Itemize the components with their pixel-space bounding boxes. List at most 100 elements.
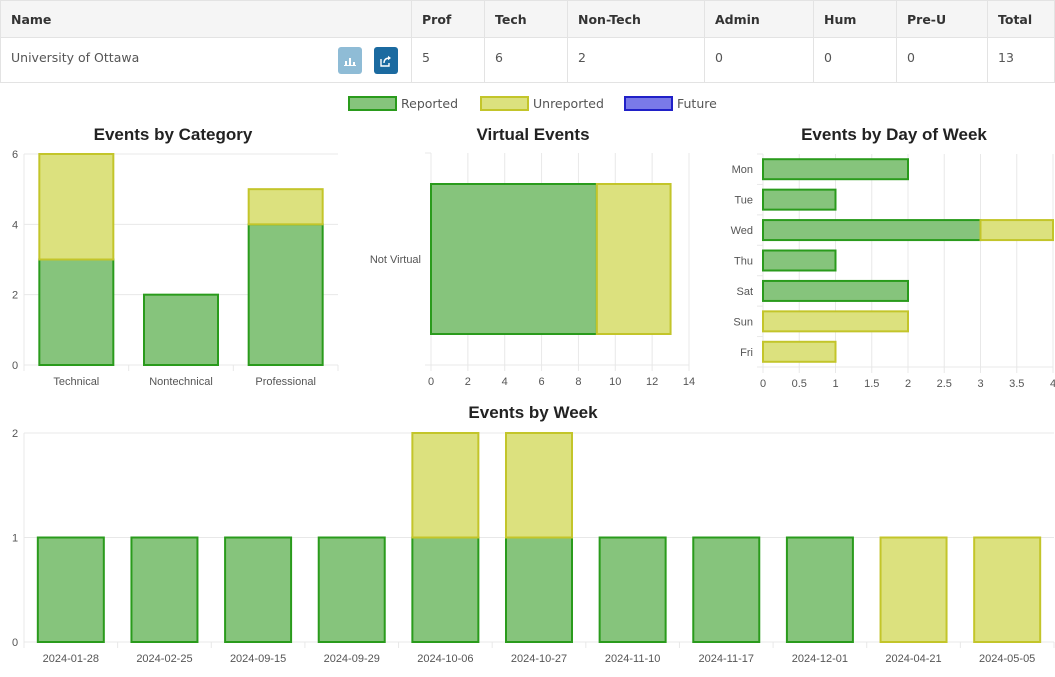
- x-tick-label: 2024-11-17: [699, 653, 754, 665]
- chart-title: Events by Category: [94, 125, 253, 144]
- x-tick-label: 2: [465, 376, 471, 388]
- legend-item-unreported: Unreported: [480, 96, 604, 111]
- bar-reported: [762, 158, 909, 181]
- bar-reported: [143, 293, 219, 367]
- x-tick-label: 4: [502, 376, 508, 388]
- x-tick-label: Technical: [53, 376, 99, 388]
- x-tick-label: 2024-10-06: [417, 653, 473, 665]
- bar-reported: [38, 258, 115, 366]
- y-tick-label: Wed: [731, 225, 753, 237]
- bar-reported: [598, 536, 667, 643]
- x-tick-label: 2024-05-05: [979, 653, 1035, 665]
- x-tick-label: 0.5: [792, 378, 807, 390]
- y-tick-label: 0: [12, 360, 18, 372]
- bar-unreported: [38, 153, 115, 261]
- y-tick-label: Sat: [736, 286, 753, 298]
- x-tick-label: 2024-12-01: [792, 653, 848, 665]
- bar-unreported: [505, 432, 573, 539]
- bar-chart-icon: [344, 57, 356, 66]
- charts-area: Reported Unreported Future Events by Catego…: [12, 96, 1055, 665]
- x-tick-label: Nontechnical: [149, 376, 213, 388]
- stats-table: Name Prof Tech Non-Tech Admin Hum Pre-U …: [0, 0, 1055, 83]
- y-tick-label: Mon: [732, 164, 753, 176]
- bar-unreported: [762, 340, 837, 363]
- y-tick-label: 4: [12, 219, 18, 231]
- y-tick-label: 2: [12, 428, 18, 440]
- bar-reported: [247, 223, 324, 366]
- header-non-tech[interactable]: Non-Tech: [567, 0, 705, 38]
- legend-item-future: Future: [624, 96, 717, 111]
- cell-total: 13: [987, 37, 1055, 83]
- x-tick-label: 2024-09-15: [230, 653, 286, 665]
- legend-label: Future: [677, 96, 717, 111]
- header-prof[interactable]: Prof: [411, 0, 485, 38]
- x-tick-label: 0: [760, 378, 766, 390]
- legend-label: Unreported: [533, 96, 604, 111]
- legend-swatch: [624, 96, 673, 111]
- x-tick-label: 2.5: [937, 378, 952, 390]
- chart-title: Events by Day of Week: [801, 125, 987, 144]
- chart-button[interactable]: [338, 47, 362, 74]
- header-total[interactable]: Total: [987, 0, 1055, 38]
- x-tick-label: 3: [977, 378, 983, 390]
- bar-reported: [317, 536, 386, 643]
- legend-swatch: [480, 96, 529, 111]
- header-pre-u[interactable]: Pre-U: [896, 0, 988, 38]
- y-tick-label: 6: [12, 149, 18, 161]
- x-tick-label: 2024-01-28: [43, 653, 99, 665]
- table-header-row: Name Prof Tech Non-Tech Admin Hum Pre-U …: [0, 0, 1055, 38]
- x-tick-label: Professional: [255, 376, 316, 388]
- header-hum[interactable]: Hum: [813, 0, 897, 38]
- legend-swatch: [348, 96, 397, 111]
- x-tick-label: 2024-11-10: [605, 653, 660, 665]
- cell-name: University of Ottawa: [0, 37, 412, 83]
- bar-reported: [505, 536, 573, 643]
- x-tick-label: 2024-02-25: [136, 653, 192, 665]
- bar-reported: [130, 536, 199, 643]
- bar-unreported: [979, 219, 1054, 242]
- x-tick-label: 0: [428, 376, 434, 388]
- x-tick-label: 1: [832, 378, 838, 390]
- x-tick-label: 2024-10-27: [511, 653, 567, 665]
- header-tech[interactable]: Tech: [484, 0, 568, 38]
- bar-reported: [762, 249, 837, 272]
- x-tick-label: 12: [646, 376, 658, 388]
- bar-reported: [785, 536, 854, 643]
- x-tick-label: 14: [683, 376, 695, 388]
- cell-hum: 0: [813, 37, 897, 83]
- bar-reported: [762, 279, 909, 302]
- bar-reported: [692, 536, 761, 643]
- x-tick-label: 3.5: [1009, 378, 1024, 390]
- y-tick-label: Sun: [733, 316, 753, 328]
- x-tick-label: 8: [575, 376, 581, 388]
- university-name: University of Ottawa: [11, 50, 140, 65]
- chart-title: Events by Week: [468, 403, 598, 422]
- cell-tech: 6: [484, 37, 568, 83]
- bar-reported: [224, 536, 293, 643]
- share-button[interactable]: [374, 47, 398, 74]
- bar-unreported: [762, 310, 909, 333]
- bar-reported: [762, 219, 982, 242]
- x-tick-label: 6: [539, 376, 545, 388]
- cell-admin: 0: [704, 37, 814, 83]
- y-tick-label: 0: [12, 637, 18, 649]
- x-tick-label: 1.5: [864, 378, 879, 390]
- bar-unreported: [247, 188, 324, 226]
- x-tick-label: 4: [1050, 378, 1055, 390]
- cell-pre-u: 0: [896, 37, 988, 83]
- y-tick-label: Tue: [734, 195, 753, 207]
- bar-unreported: [595, 183, 672, 335]
- header-admin[interactable]: Admin: [704, 0, 814, 38]
- legend-item-reported: Reported: [348, 96, 458, 111]
- y-tick-label: 1: [12, 533, 18, 545]
- bar-reported: [762, 188, 837, 211]
- x-tick-label: 2: [905, 378, 911, 390]
- bar-reported: [36, 536, 105, 643]
- bar-unreported: [411, 432, 480, 539]
- header-name[interactable]: Name: [0, 0, 412, 38]
- x-tick-label: 2024-04-21: [885, 653, 941, 665]
- bar-reported: [430, 183, 598, 335]
- bar-unreported: [879, 536, 948, 643]
- cell-non-tech: 2: [567, 37, 705, 83]
- y-tick-label: 2: [12, 290, 18, 302]
